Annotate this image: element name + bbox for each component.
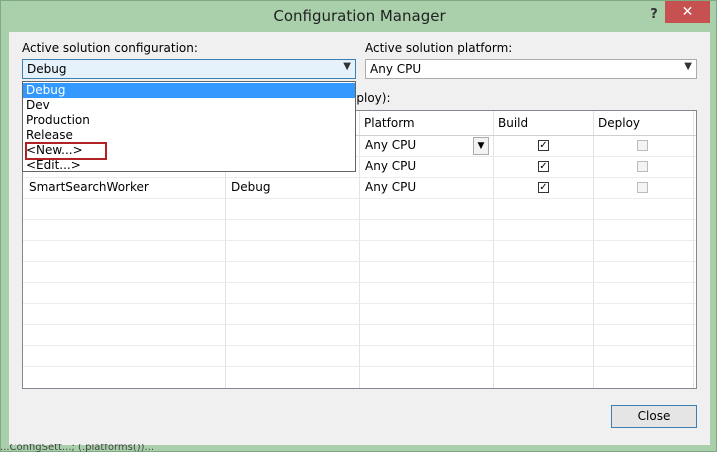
configuration-manager-window: Configuration Manager ? ✕ Active solutio… [0,0,717,452]
dropdown-item-edit[interactable]: <Edit...> [23,158,355,173]
dropdown-item-production[interactable]: Production [23,113,355,128]
header-platform[interactable]: Platform [359,111,415,135]
build-checkbox[interactable]: ✓ [538,182,549,193]
row-configuration[interactable]: Debug [225,177,270,198]
build-checkbox[interactable]: ✓ [538,140,549,151]
help-icon[interactable]: ? [647,5,661,25]
close-button[interactable]: Close [611,405,697,428]
header-deploy[interactable]: Deploy [593,111,640,135]
active-platform-value: Any CPU [370,62,422,76]
dialog-client-area: Active solution configuration: Active so… [9,32,710,445]
active-platform-combo[interactable]: Any CPU ▼ [365,59,697,79]
dropdown-item-release[interactable]: Release [23,128,355,143]
active-config-label: Active solution configuration: [22,41,198,55]
deploy-checkbox [637,161,648,172]
active-platform-label: Active solution platform: [365,41,513,55]
chevron-down-icon: ▼ [684,61,692,72]
row-project: SmartSearchWorker [29,180,149,194]
underlying-editor-text: ...ConfigSett...; (.platforms())... [0,444,155,452]
row-platform[interactable]: Any CPU [359,135,416,156]
deploy-checkbox [637,140,648,151]
deploy-checkbox [637,182,648,193]
chevron-down-icon[interactable]: ▼ [473,137,489,155]
window-title: Configuration Manager [273,7,446,25]
chevron-down-icon: ▼ [343,61,351,72]
annotation-highlight-box [25,142,107,160]
row-platform[interactable]: Any CPU [359,156,416,177]
dropdown-item-debug[interactable]: Debug [23,83,355,98]
close-window-button[interactable]: ✕ [665,1,710,23]
active-config-combo[interactable]: Debug ▼ [22,59,356,79]
config-dropdown-list: Debug Dev Production Release <New...> <E… [22,81,356,172]
build-checkbox[interactable]: ✓ [538,161,549,172]
header-build[interactable]: Build [493,111,528,135]
row-platform[interactable]: Any CPU [359,177,416,198]
dropdown-item-dev[interactable]: Dev [23,98,355,113]
active-config-value: Debug [27,62,67,76]
